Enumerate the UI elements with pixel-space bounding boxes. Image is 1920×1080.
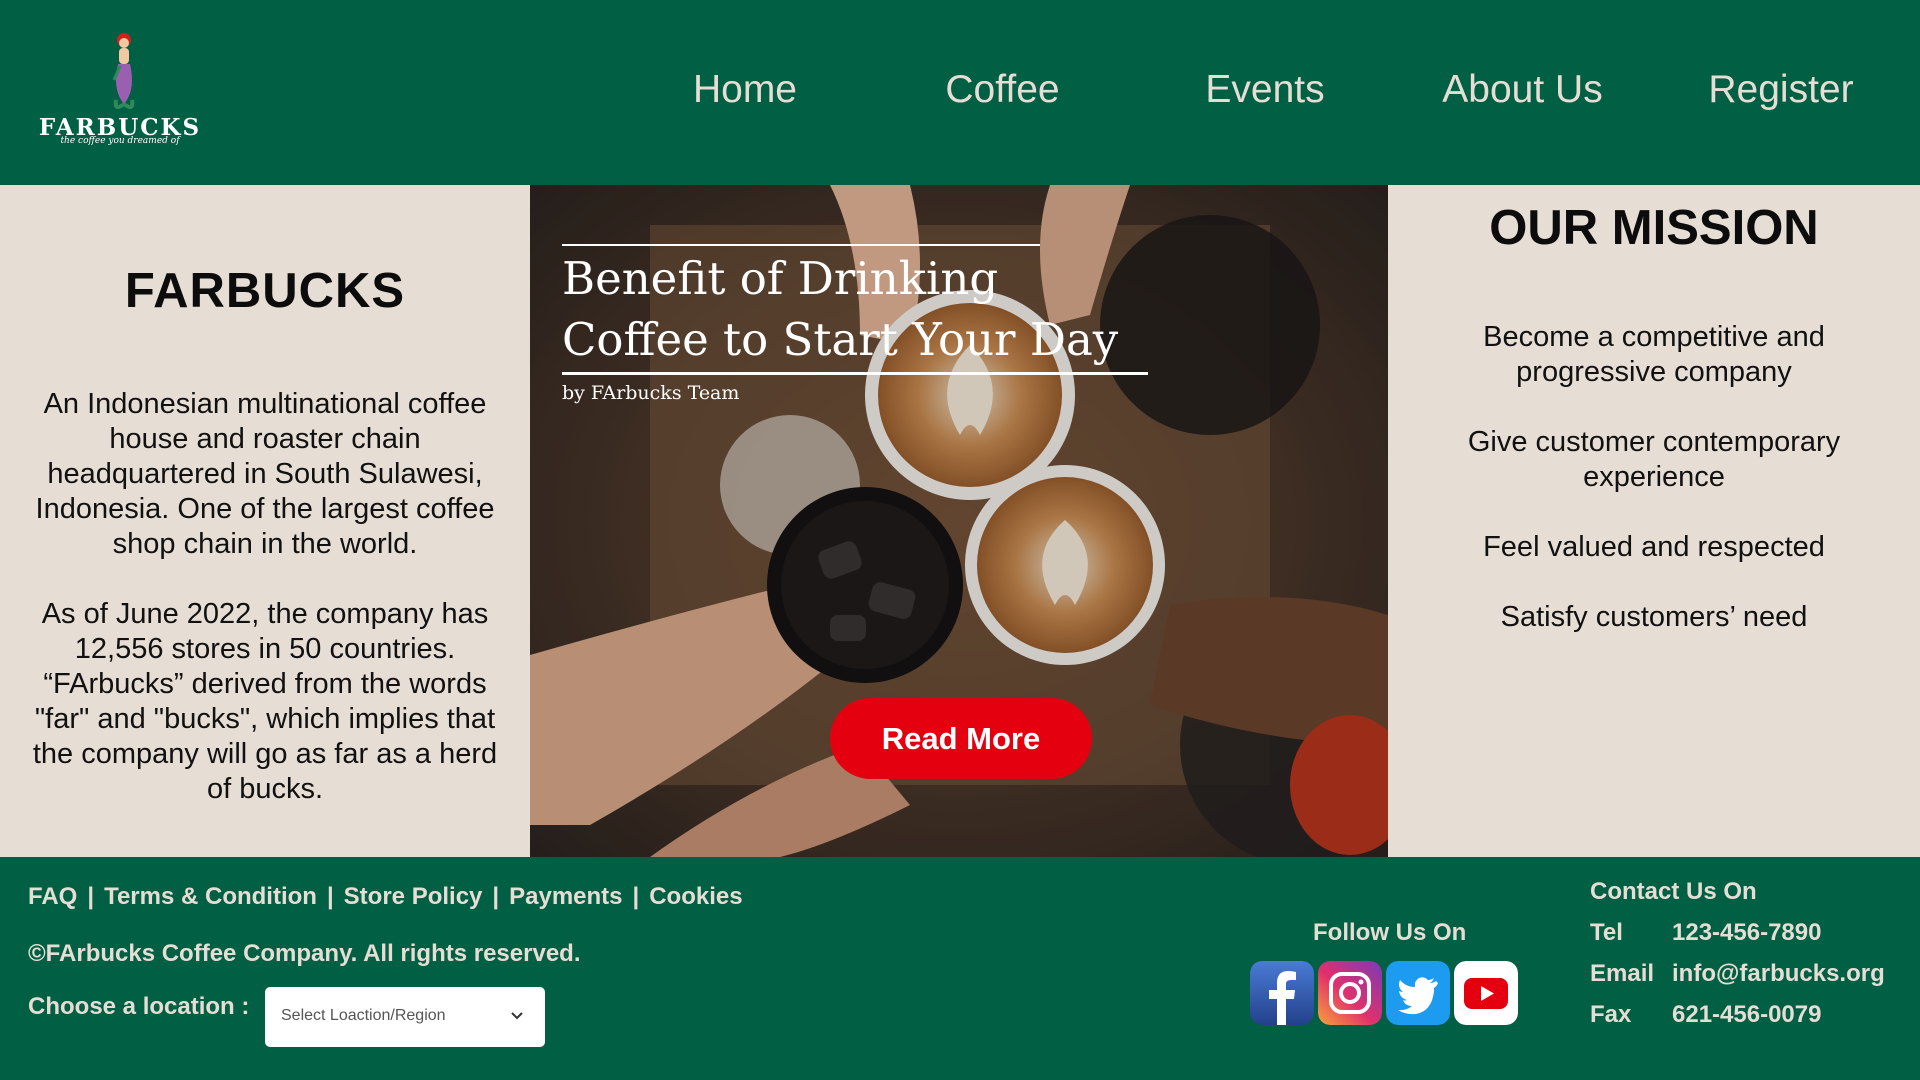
mermaid-logo-icon: [112, 33, 135, 110]
mission-title: OUR MISSION: [1489, 201, 1819, 255]
twitter-icon[interactable]: [1386, 961, 1450, 1025]
hero-title: Benefit of Drinking Coffee to Start Your…: [562, 248, 1162, 370]
mission-item: Satisfy customers’ need: [1500, 601, 1808, 633]
contact-title: Contact Us On: [1590, 878, 1757, 905]
tel-label: Tel: [1590, 919, 1623, 946]
mission-item: Give customer contemporary experience: [1467, 426, 1841, 493]
location-select[interactable]: Select Loaction/Region: [265, 987, 545, 1047]
nav-events[interactable]: Events: [1200, 68, 1330, 112]
chevron-down-icon: [511, 1012, 523, 1020]
fax-value: 621-456-0079: [1672, 1001, 1822, 1028]
nav-register[interactable]: Register: [1706, 68, 1856, 112]
nav-about-us[interactable]: About Us: [1440, 68, 1605, 112]
footer-links: FAQ | Terms & Condition | Store Policy | Payme…: [28, 883, 743, 911]
footer-separator: |: [492, 883, 500, 910]
choose-location-label: Choose a location :: [28, 993, 250, 1020]
tel-value[interactable]: 123-456-7890: [1672, 919, 1821, 947]
follow-us-label: Follow Us On: [1313, 919, 1467, 946]
mission-section: OUR MISSION Become a competitive and pro…: [1388, 185, 1920, 857]
nav-home[interactable]: Home: [690, 68, 800, 112]
about-section: FARBUCKS An Indonesian multinational cof…: [0, 185, 530, 857]
site-footer: FAQ | Terms & Condition | Store Policy | Payme…: [0, 857, 1920, 1080]
footer-link-cookies[interactable]: Cookies: [649, 883, 742, 910]
hero-banner: Benefit of Drinking Coffee to Start Your…: [530, 185, 1388, 857]
hero-title-rule-bottom: [562, 372, 1148, 375]
about-paragraph-2: As of June 2022, the company has 12,556 …: [32, 598, 498, 805]
location-select-placeholder: Select Loaction/Region: [281, 1007, 446, 1024]
hero-title-line-2: Coffee to Start Your Day: [562, 313, 1119, 366]
footer-separator: |: [632, 883, 640, 910]
footer-link-payments[interactable]: Payments: [509, 883, 622, 910]
email-value[interactable]: info@farbucks.org: [1672, 960, 1885, 988]
hero-title-rule-top: [562, 244, 1040, 246]
site-header: FARBUCKS the coffee you dreamed of Home …: [0, 0, 1920, 185]
hero-title-line-1: Benefit of Drinking: [562, 252, 999, 305]
footer-link-terms[interactable]: Terms & Condition: [104, 883, 317, 910]
fax-label: Fax: [1590, 1001, 1632, 1028]
footer-link-faq[interactable]: FAQ: [28, 883, 77, 910]
logo-tagline: the coffee you dreamed of: [60, 136, 180, 146]
copyright-text: ©FArbucks Coffee Company. All rights res…: [28, 940, 581, 967]
farbucks-logo[interactable]: FARBUCKS the coffee you dreamed of: [22, 30, 218, 150]
footer-separator: |: [87, 883, 95, 910]
about-title: FARBUCKS: [124, 264, 406, 318]
youtube-icon[interactable]: [1454, 961, 1518, 1025]
nav-coffee[interactable]: Coffee: [940, 68, 1065, 112]
footer-separator: |: [326, 883, 334, 910]
mission-item: Feel valued and respected: [1483, 531, 1825, 563]
mission-item: Become a competitive and progressive com…: [1483, 321, 1825, 388]
footer-link-store-policy[interactable]: Store Policy: [344, 883, 483, 910]
about-paragraph-1: An Indonesian multinational coffee house…: [35, 388, 495, 560]
facebook-icon[interactable]: [1250, 961, 1314, 1025]
hero-byline: by FArbucks Team: [562, 382, 740, 404]
instagram-icon[interactable]: [1318, 961, 1382, 1025]
email-label: Email: [1590, 960, 1655, 987]
read-more-button[interactable]: Read More: [830, 698, 1092, 779]
